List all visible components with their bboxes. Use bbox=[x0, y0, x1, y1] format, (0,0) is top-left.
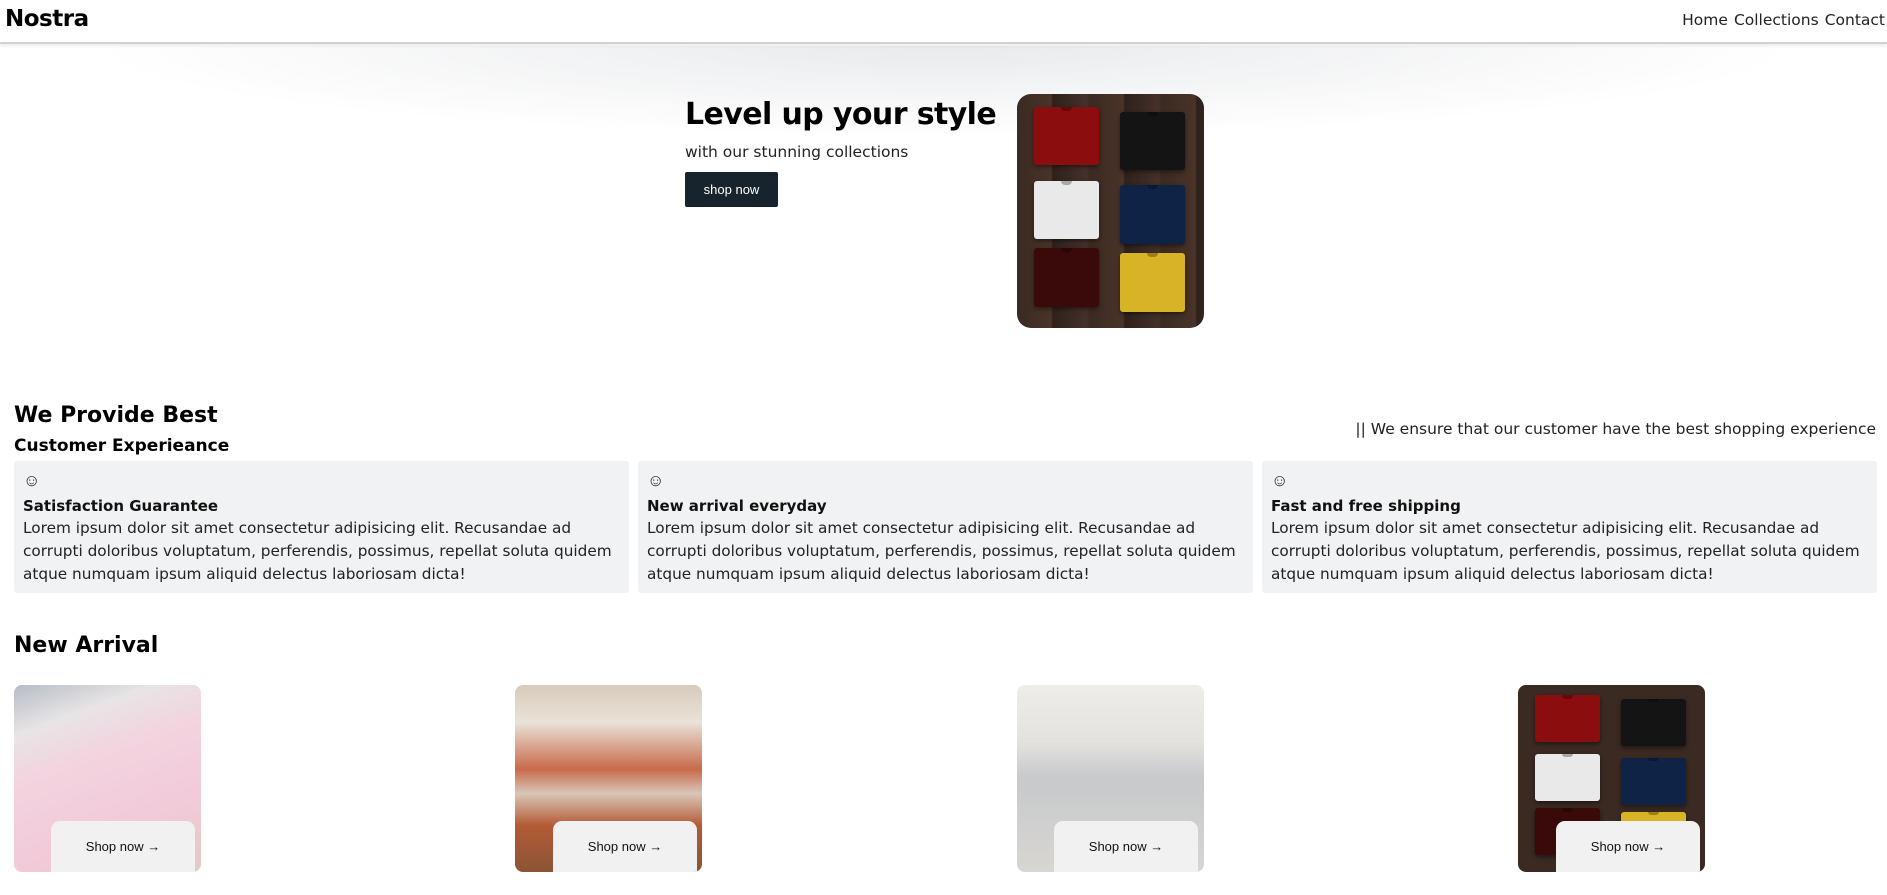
hero-title: Level up your style bbox=[685, 97, 997, 132]
hero-subtitle: with our stunning collections bbox=[685, 143, 909, 161]
product-shop-now-button[interactable]: Shop now → bbox=[1054, 821, 1198, 872]
product-card[interactable]: Shop now → bbox=[1518, 685, 1705, 872]
shop-now-button[interactable]: shop now bbox=[685, 172, 778, 207]
feature-title: Fast and free shipping bbox=[1271, 497, 1461, 515]
new-arrival-title: New Arrival bbox=[14, 633, 159, 658]
nav-link-home[interactable]: Home bbox=[1682, 11, 1728, 29]
feature-card-new-arrival: ☺ New arrival everyday Lorem ipsum dolor… bbox=[638, 461, 1253, 593]
feature-title: New arrival everyday bbox=[647, 497, 827, 515]
folded-tee-shirt bbox=[1033, 180, 1100, 240]
feature-title: Satisfaction Guarantee bbox=[23, 497, 219, 515]
brand-logo[interactable]: Nostra bbox=[5, 6, 89, 32]
navbar: Nostra Home Collections Contact bbox=[0, 0, 1887, 44]
feature-card-satisfaction: ☺ Satisfaction Guarantee Lorem ipsum dol… bbox=[14, 461, 629, 593]
smile-icon: ☺ bbox=[23, 471, 41, 490]
product-shop-now-button[interactable]: Shop now → bbox=[51, 821, 195, 872]
hero-image bbox=[1017, 94, 1204, 328]
folded-tee-shirt bbox=[1119, 253, 1186, 312]
smile-icon: ☺ bbox=[647, 471, 665, 490]
product-card[interactable]: Shop now → bbox=[515, 685, 702, 872]
folded-tee-shirt bbox=[1033, 106, 1100, 166]
product-shop-now-button[interactable]: Shop now → bbox=[1556, 821, 1700, 872]
smile-icon: ☺ bbox=[1271, 471, 1289, 490]
folded-tee-shirt bbox=[1620, 757, 1687, 805]
folded-tee-shirt bbox=[1534, 695, 1601, 743]
nav-link-contact[interactable]: Contact bbox=[1825, 11, 1885, 29]
nav-links: Home Collections Contact bbox=[1682, 11, 1885, 29]
product-shop-now-button[interactable]: Shop now → bbox=[553, 821, 697, 872]
feature-card-shipping: ☺ Fast and free shipping Lorem ipsum dol… bbox=[1262, 461, 1877, 593]
folded-tee-shirt bbox=[1119, 111, 1186, 171]
folded-tee-shirt bbox=[1534, 754, 1601, 801]
product-card[interactable]: Shop now → bbox=[14, 685, 201, 872]
folded-tee-shirt bbox=[1033, 248, 1100, 307]
folded-tee-shirt bbox=[1119, 185, 1186, 244]
feature-text: Lorem ipsum dolor sit amet consectetur a… bbox=[23, 519, 612, 583]
feature-text: Lorem ipsum dolor sit amet consectetur a… bbox=[1271, 519, 1860, 583]
features-tagline: || We ensure that our customer have the … bbox=[1355, 420, 1876, 438]
features-title: We Provide Best bbox=[14, 403, 218, 428]
product-card[interactable]: Shop now → bbox=[1017, 685, 1204, 872]
nav-link-collections[interactable]: Collections bbox=[1734, 11, 1819, 29]
feature-text: Lorem ipsum dolor sit amet consectetur a… bbox=[647, 519, 1236, 583]
features-subtitle: Customer Experieance bbox=[14, 436, 230, 456]
folded-tee-shirt bbox=[1620, 699, 1687, 746]
